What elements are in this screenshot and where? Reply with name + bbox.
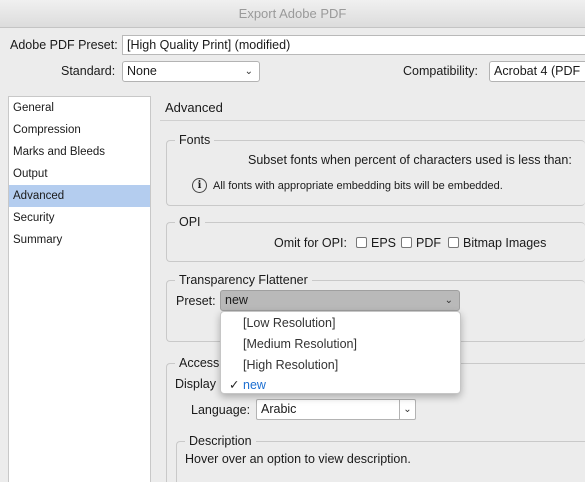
pdf-checkbox[interactable]: PDF <box>401 236 441 250</box>
eps-checkbox-box[interactable] <box>356 237 367 248</box>
menu-item-low-resolution[interactable]: [Low Resolution] <box>221 313 460 334</box>
standard-value: None <box>127 64 157 78</box>
pdf-label: PDF <box>416 236 441 250</box>
sidebar-item-compression[interactable]: Compression <box>9 119 150 141</box>
compat-label: Compatibility: <box>403 64 479 78</box>
flattener-preset-select[interactable]: new ⌄ <box>220 290 460 311</box>
bitmap-label: Bitmap Images <box>463 236 547 250</box>
window-title: Export Adobe PDF <box>0 0 585 28</box>
language-value: Arabic <box>261 402 297 416</box>
omit-label: Omit for OPI: <box>274 236 347 250</box>
eps-label: EPS <box>371 236 397 250</box>
standard-label: Standard: <box>61 64 116 78</box>
description-text: Hover over an option to view description… <box>185 452 411 466</box>
chevron-down-icon: ⌄ <box>399 400 415 419</box>
menu-item-new[interactable]: ✓ new <box>221 375 460 396</box>
sidebar: General Compression Marks and Bleeds Out… <box>8 96 151 482</box>
sidebar-item-general[interactable]: General <box>9 97 150 119</box>
subset-label: Subset fonts when percent of characters … <box>248 153 572 167</box>
accessibility-title: Access <box>175 356 224 370</box>
preset-field[interactable]: [High Quality Print] (modified) <box>122 35 585 55</box>
display-label: Display <box>175 377 216 391</box>
sidebar-item-summary[interactable]: Summary <box>9 229 150 251</box>
flattener-preset-menu: [Low Resolution] [Medium Resolution] [Hi… <box>220 311 461 394</box>
preset-label: Adobe PDF Preset: <box>10 38 118 52</box>
opi-title: OPI <box>175 215 205 229</box>
pdf-checkbox-box[interactable] <box>401 237 412 248</box>
flattener-preset-value: new <box>225 293 248 307</box>
section-title: Advanced <box>165 100 223 115</box>
fonts-group <box>166 140 585 206</box>
menu-item-high-resolution[interactable]: [High Resolution] <box>221 355 460 376</box>
chevron-down-icon: ⌄ <box>244 66 253 77</box>
sidebar-item-security[interactable]: Security <box>9 207 150 229</box>
checkmark-icon: ✓ <box>229 378 240 392</box>
bitmap-checkbox[interactable]: Bitmap Images <box>448 236 546 250</box>
sidebar-item-marks-and-bleeds[interactable]: Marks and Bleeds <box>9 141 150 163</box>
sidebar-item-advanced[interactable]: Advanced <box>9 185 150 207</box>
bitmap-checkbox-box[interactable] <box>448 237 459 248</box>
info-icon: i <box>192 178 207 193</box>
fonts-title: Fonts <box>175 133 215 147</box>
menu-item-medium-resolution[interactable]: [Medium Resolution] <box>221 334 460 355</box>
section-divider <box>160 120 585 121</box>
menu-item-new-label: new <box>243 378 266 392</box>
standard-select[interactable]: None ⌄ <box>122 61 260 82</box>
compat-select[interactable]: Acrobat 4 (PDF <box>489 61 585 82</box>
eps-checkbox[interactable]: EPS <box>356 236 396 250</box>
language-select[interactable]: Arabic ⌄ <box>256 399 416 420</box>
language-label: Language: <box>191 403 251 417</box>
sidebar-item-output[interactable]: Output <box>9 163 150 185</box>
info-text: All fonts with appropriate embedding bit… <box>213 180 503 192</box>
chevron-down-icon: ⌄ <box>444 295 453 306</box>
flattener-preset-label: Preset: <box>176 294 216 308</box>
transparency-title: Transparency Flattener <box>175 273 312 287</box>
description-title: Description <box>185 434 256 448</box>
